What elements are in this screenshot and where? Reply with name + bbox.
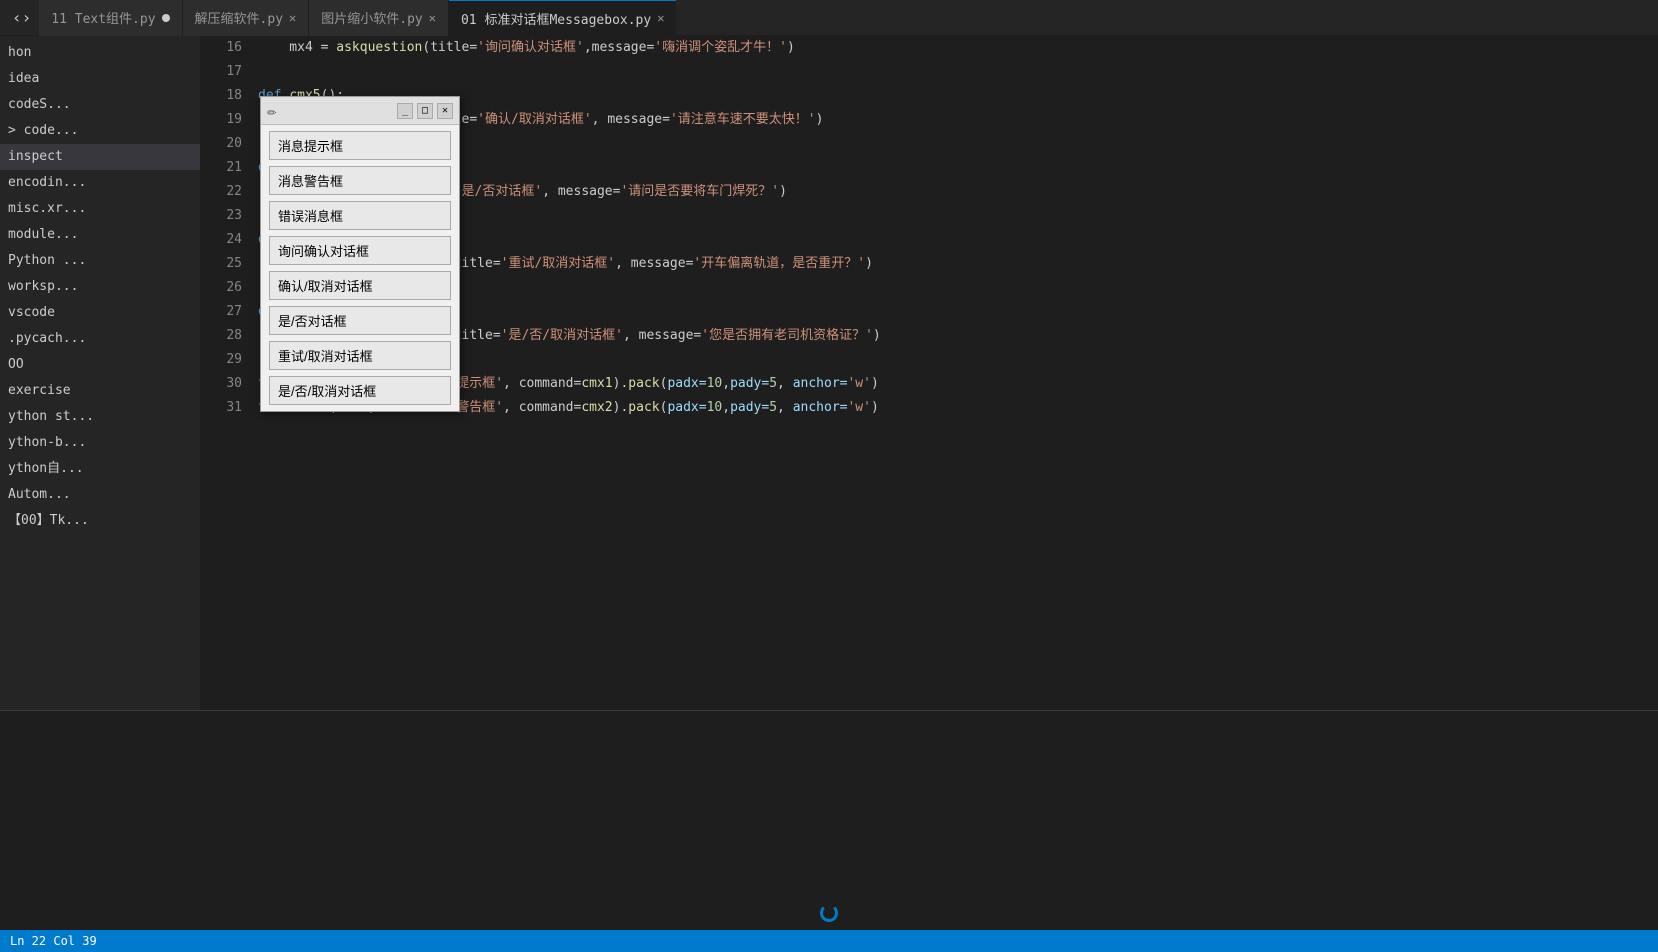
- popup-btn-yes-no-cancel[interactable]: 是/否/取消对话框: [269, 376, 451, 405]
- code-line-21: def cmx6():: [258, 156, 1658, 180]
- popup-btn-retry[interactable]: 重试/取消对话框: [269, 341, 451, 370]
- tab-messagebox[interactable]: 01 标准对话框Messagebox.py ✕: [449, 0, 676, 36]
- popup-window: ✏ _ □ ✕ 消息提示框 消息警告框 错误消息框 询问确认对话框 确认/取消对…: [260, 96, 460, 412]
- code-line-16: mx4 = askquestion(title='询问确认对话框',messag…: [258, 36, 1658, 60]
- sidebar-item-exercise[interactable]: exercise: [0, 378, 200, 404]
- sidebar-item-inspect[interactable]: inspect: [0, 144, 200, 170]
- close-icon[interactable]: ✕: [289, 11, 296, 25]
- sidebar-item-pycach[interactable]: .pycach...: [0, 326, 200, 352]
- popup-title-bar: ✏ _ □ ✕: [261, 97, 459, 125]
- maximize-button[interactable]: □: [417, 103, 433, 119]
- code-line-17: [258, 60, 1658, 84]
- sidebar-item-miscxm[interactable]: misc.xr...: [0, 196, 200, 222]
- code-line-25: mx7 = askretrycancel(title='重试/取消对话框', m…: [258, 252, 1658, 276]
- sidebar-item-python-zh[interactable]: ython自...: [0, 456, 200, 482]
- sidebar-item-code[interactable]: > code...: [0, 118, 200, 144]
- sidebar-item-autom[interactable]: Autom...: [0, 482, 200, 508]
- code-line-19: mx5 = askokcancel(title='确认/取消对话框', mess…: [258, 108, 1658, 132]
- code-line-27: def cmx8():: [258, 300, 1658, 324]
- close-icon[interactable]: ✕: [657, 11, 664, 25]
- sidebar-item-module[interactable]: module...: [0, 222, 200, 248]
- sidebar-item-codes[interactable]: codeS...: [0, 92, 200, 118]
- code-line-24: def cmx7():: [258, 228, 1658, 252]
- code-line-26: [258, 276, 1658, 300]
- code-line-29: [258, 348, 1658, 372]
- tab-label: 解压缩软件.py: [195, 8, 283, 27]
- loading-spinner: [820, 904, 838, 922]
- code-line-31: tk.Button(root, text='消息警告框', command=cm…: [258, 396, 1658, 420]
- tab-text-zujian[interactable]: 11 Text组件.py: [39, 0, 182, 36]
- code-line-18: def cmx5():: [258, 84, 1658, 108]
- tab-label: 图片缩小软件.py: [321, 8, 422, 27]
- tab-label: 11 Text组件.py: [51, 8, 155, 27]
- popup-btn-error[interactable]: 错误消息框: [269, 201, 451, 230]
- nav-arrows[interactable]: ‹›: [4, 8, 39, 27]
- sidebar-item-tk[interactable]: 【00】Tk...: [0, 508, 200, 534]
- code-line-23: [258, 204, 1658, 228]
- sidebar-item-vscode[interactable]: vscode: [0, 300, 200, 326]
- sidebar-item-ythonst[interactable]: ython st...: [0, 404, 200, 430]
- sidebar-item-idea[interactable]: idea: [0, 66, 200, 92]
- sidebar-item-hon[interactable]: hon: [0, 40, 200, 66]
- popup-btn-msg-warn[interactable]: 消息警告框: [269, 166, 451, 195]
- tab-dot: [162, 14, 170, 22]
- code-line-28: mx8 = askyesnocancel(title='是/否/取消对话框', …: [258, 324, 1658, 348]
- sidebar-item-ythonb[interactable]: ython-b...: [0, 430, 200, 456]
- tab-jieya[interactable]: 解压缩软件.py ✕: [183, 0, 310, 36]
- bottom-panel: [0, 710, 1658, 930]
- popup-btn-ok-cancel[interactable]: 确认/取消对话框: [269, 271, 451, 300]
- popup-btn-msg-tip[interactable]: 消息提示框: [269, 131, 451, 160]
- tab-bar: ‹› 11 Text组件.py 解压缩软件.py ✕ 图片缩小软件.py ✕ 0…: [0, 0, 1658, 36]
- close-button[interactable]: ✕: [437, 103, 453, 119]
- minimize-button[interactable]: _: [397, 103, 413, 119]
- code-line-22: mx6 = askyesno(title='是/否对话框', message='…: [258, 180, 1658, 204]
- status-bar: Ln 22 Col 39: [0, 930, 1658, 952]
- close-icon[interactable]: ✕: [429, 11, 436, 25]
- sidebar-item-encoding[interactable]: encodin...: [0, 170, 200, 196]
- pencil-icon: ✏: [267, 101, 277, 120]
- code-line-30: tk.Button(root, text='消息提示框', command=cm…: [258, 372, 1658, 396]
- tab-tupian[interactable]: 图片缩小软件.py ✕: [309, 0, 449, 36]
- code-line-20: [258, 132, 1658, 156]
- popup-btn-confirm[interactable]: 询问确认对话框: [269, 236, 451, 265]
- popup-btn-yes-no[interactable]: 是/否对话框: [269, 306, 451, 335]
- sidebar-item-oo[interactable]: OO: [0, 352, 200, 378]
- sidebar-item-worksp[interactable]: worksp...: [0, 274, 200, 300]
- status-col: Col 39: [53, 934, 96, 948]
- window-controls: _ □ ✕: [397, 103, 453, 119]
- tab-label: 01 标准对话框Messagebox.py: [461, 9, 651, 28]
- status-line: Ln 22: [10, 934, 46, 948]
- sidebar-item-python[interactable]: Python ...: [0, 248, 200, 274]
